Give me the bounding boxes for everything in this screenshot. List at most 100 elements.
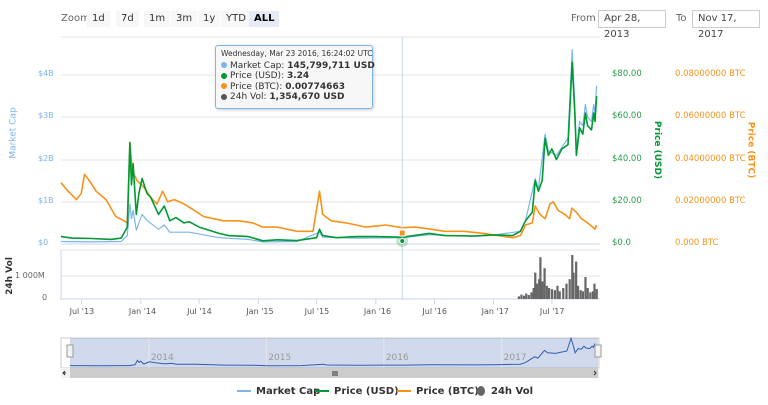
market-cap-axis-title: Market Cap (8, 107, 19, 159)
volume-bar (589, 292, 592, 299)
legend-item[interactable]: Price (BTC) (397, 386, 479, 397)
navigator-year: 2014 (150, 353, 174, 363)
tooltip-row: 24h Vol: 1,354,670 USD (221, 92, 367, 103)
volume-bar (572, 272, 575, 299)
x-tick-label: Jul '17 (539, 307, 565, 316)
usd-tick: $20.00 (612, 196, 642, 206)
btc-tick: 0.000 BTC (675, 238, 719, 248)
volume-bar (530, 292, 533, 299)
usd-tick: $0.0 (612, 238, 631, 248)
market-cap-tick: $1B (38, 196, 54, 205)
usd-axis-title: Price (USD) (652, 120, 663, 180)
x-tick-label: Jul '15 (304, 307, 330, 316)
x-tick-label: Jan '14 (128, 307, 157, 316)
volume-bar (581, 291, 584, 299)
vol-axis-title: 24h Vol (4, 257, 15, 295)
legend-line-icon (315, 390, 329, 392)
legend-line-icon (237, 390, 251, 392)
volume-bar (525, 293, 528, 299)
legend-label: Market Cap (256, 386, 321, 397)
volume-bar (527, 295, 530, 299)
volume-bar (586, 288, 589, 299)
vol-tick: 1 000M (15, 271, 45, 280)
tooltip-row: Market Cap: 145,799,711 USD (221, 60, 375, 72)
tooltip-value: 145,799,711 USD (287, 60, 375, 71)
legend-item[interactable]: Market Cap (237, 386, 320, 397)
market-cap-tick: $3B (38, 111, 54, 120)
series-dot-icon (221, 93, 227, 100)
legend-label: Price (BTC) (416, 386, 479, 397)
navigator-year: 2016 (385, 353, 409, 363)
btc-axis-title: Price (BTC) (745, 121, 756, 179)
volume-bar (539, 257, 542, 299)
tooltip-label: Price (BTC): (230, 81, 283, 92)
volume-bar (548, 288, 551, 299)
btc-tick: 0.08000000 BTC (675, 69, 746, 79)
volume-bar (545, 285, 548, 299)
x-tick-label: Jul '13 (69, 307, 95, 316)
usd-tick: $80.00 (612, 69, 642, 79)
tooltip-label: Market Cap: (230, 60, 285, 71)
legend-label: Price (USD) (334, 386, 399, 397)
series-dot-icon (221, 72, 227, 79)
volume-bar (593, 283, 596, 299)
volume-bar (584, 277, 587, 299)
btc-tick: 0.06000000 BTC (675, 111, 746, 121)
volume-bar (595, 289, 598, 299)
volume-bar (568, 279, 571, 299)
volume-bar (575, 261, 578, 299)
market-cap-tick: $0 (38, 238, 49, 247)
volume-bar (579, 290, 582, 299)
navigator-year: 2015 (268, 353, 292, 363)
usd-tick: $40.00 (612, 154, 642, 164)
tooltip-label: 24h Vol: (230, 92, 267, 102)
x-tick-label: Jul '16 (422, 307, 447, 316)
btc-tick: 0.04000000 BTC (675, 154, 746, 164)
volume-bar (576, 285, 580, 299)
x-tick-label: Jan '17 (481, 307, 509, 316)
volume-bar (522, 295, 526, 299)
volume-bar (520, 294, 523, 299)
legend-item[interactable]: 24h Vol (477, 386, 533, 397)
volume-bar (553, 290, 556, 299)
series-dot-icon (221, 83, 227, 89)
volume-bar (541, 281, 544, 299)
x-tick-label: Jan '16 (363, 307, 392, 316)
x-tick-label: Jan '15 (246, 307, 274, 316)
legend-label: 24h Vol (491, 386, 534, 397)
tooltip-value: 3.24 (286, 71, 310, 81)
navigator-year: 2017 (503, 353, 527, 363)
hover-point-btc (398, 229, 406, 237)
volume-bar (558, 291, 561, 299)
volume-bar (556, 285, 559, 299)
price-chart[interactable] (0, 0, 768, 405)
market-cap-tick: $2B (38, 154, 54, 163)
navigator-handle[interactable] (594, 344, 602, 358)
usd-tick: $60.00 (612, 111, 642, 121)
tooltip-row: Price (BTC): 0.00774663 (221, 82, 367, 93)
legend-item[interactable]: Price (USD) (315, 386, 399, 397)
hover-point (399, 238, 406, 244)
volume-bar (543, 268, 546, 299)
legend-bubble-icon (477, 386, 485, 396)
vol-tick: 0 (42, 293, 48, 302)
btc-tick: 0.02000000 BTC (675, 196, 746, 206)
series-dot-icon (221, 62, 227, 68)
volume-bar (562, 288, 565, 299)
volume-bar (517, 296, 520, 299)
series-price-btc (60, 141, 598, 239)
market-cap-tick: $4B (38, 69, 54, 78)
tooltip-label: Price (USD): (230, 71, 285, 81)
tooltip: Wednesday, Mar 23 2016, 16:24:02 UTC Mar… (215, 45, 375, 109)
volume-bar (550, 289, 554, 299)
tooltip-value: 1,354,670 USD (269, 92, 345, 102)
tooltip-date: Wednesday, Mar 23 2016, 16:24:02 UTC (221, 49, 373, 58)
volume-bar (565, 283, 568, 299)
tooltip-row: Price (USD): 3.24 (221, 71, 367, 82)
navigator-handle[interactable] (66, 344, 74, 358)
scrollbar-thumb[interactable] (70, 368, 598, 378)
x-tick-label: Jul '14 (187, 307, 212, 316)
tooltip-value: 0.00774663 (285, 81, 345, 92)
volume-bar (535, 283, 538, 299)
legend-line-icon (397, 390, 411, 392)
